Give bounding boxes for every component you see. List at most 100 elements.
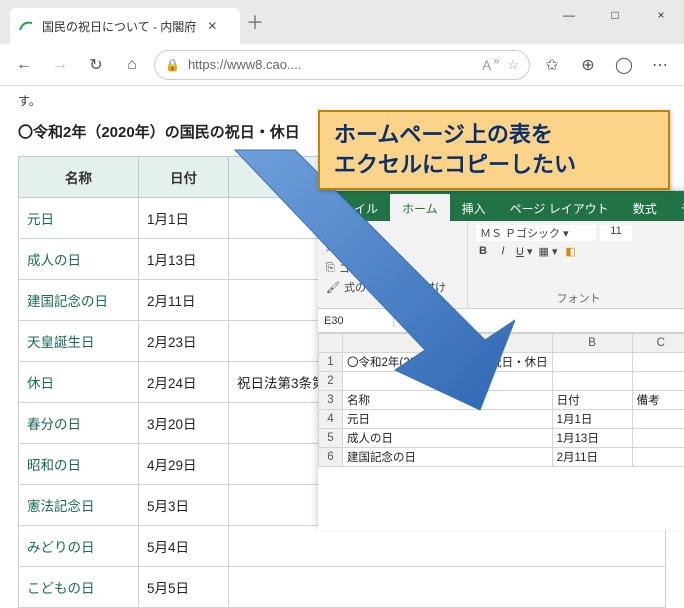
ribbon-tabs: ファイル ホーム 挿入 ページ レイアウト 数式 データ (318, 191, 684, 221)
col-header-c[interactable]: C (632, 334, 684, 353)
tab-file[interactable]: ファイル (318, 194, 390, 221)
underline-button[interactable]: U ▾ (516, 245, 533, 258)
cell-name: 成人の日 (19, 239, 139, 280)
select-all-corner[interactable] (319, 334, 343, 353)
paste-button[interactable]: 📋 (326, 225, 459, 238)
back-button[interactable]: ← (10, 51, 38, 79)
font-group: ＭＳ Ｐゴシック ▾ 11 B I U ▾ ▦ ▾ ◧ フォント (468, 221, 684, 308)
cell-date: 3月20日 (139, 403, 229, 444)
tab-home[interactable]: ホーム (390, 194, 450, 221)
tab-title: 国民の祝日について - 内閣府 (42, 18, 196, 35)
sheet-row[interactable]: 1〇令和2年(2020年)の国民の祝日・休日 (319, 353, 684, 372)
cell[interactable] (632, 353, 684, 372)
page-trailing-text: す。 (18, 92, 666, 109)
cell[interactable] (632, 448, 684, 467)
cell-name: 春分の日 (19, 403, 139, 444)
browser-toolbar: ← → ↻ ⌂ 🔒 https://www8.cao.... Ａ» ☆ ✩ ⊕ … (0, 44, 684, 86)
sheet-row[interactable]: 4元日1月1日 (319, 410, 684, 429)
cell[interactable]: 日付 (552, 391, 632, 410)
cell[interactable] (552, 353, 632, 372)
cell[interactable]: 備考 (632, 391, 684, 410)
cell[interactable]: 2月11日 (552, 448, 632, 467)
cut-button[interactable]: ✂切り取り (326, 241, 459, 257)
cell[interactable] (632, 429, 684, 448)
sheet-row[interactable]: 6建国記念の日2月11日 (319, 448, 684, 467)
formula-bar: E30 ✕ ✓ fx (318, 309, 684, 333)
row-header[interactable]: 3 (319, 391, 343, 410)
italic-button[interactable]: I (496, 245, 510, 258)
font-style-buttons: B I U ▾ ▦ ▾ ◧ (476, 245, 681, 258)
font-size-select[interactable]: 11 (600, 225, 632, 241)
copy-icon: ⎘ (326, 262, 335, 275)
sheet-row[interactable]: 5成人の日1月13日 (319, 429, 684, 448)
reader-icon[interactable]: Ａ» (480, 55, 499, 74)
cell[interactable] (632, 410, 684, 429)
row-header[interactable]: 6 (319, 448, 343, 467)
window-minimize-button[interactable]: ― (546, 0, 592, 30)
row-header[interactable]: 4 (319, 410, 343, 429)
url-text: https://www8.cao.... (188, 57, 472, 72)
new-tab-button[interactable]: ＋ (240, 9, 270, 35)
worksheet[interactable]: A B C 1〇令和2年(2020年)の国民の祝日・休日23名称日付備考4元日1… (318, 333, 684, 467)
refresh-button[interactable]: ↻ (82, 51, 110, 79)
ribbon: 📋 ✂切り取り ⎘コピー ▾ 🖌式のコピー/貼り付け cb ＭＳ Ｐゴシック ▾… (318, 221, 684, 309)
sheet-row[interactable]: 3名称日付備考 (319, 391, 684, 410)
tab-formula[interactable]: 数式 (621, 194, 669, 221)
cell-date: 1月13日 (139, 239, 229, 280)
font-name-select[interactable]: ＭＳ Ｐゴシック ▾ (476, 225, 596, 241)
cell[interactable]: 建国記念の日 (343, 448, 553, 467)
cell-note (229, 567, 666, 608)
fx-cancel-icon[interactable]: ✕ (400, 314, 410, 328)
row-header[interactable]: 5 (319, 429, 343, 448)
paste-icon: 📋 (326, 225, 340, 238)
window-maximize-button[interactable]: □ (592, 0, 638, 30)
tab-close-icon[interactable]: ✕ (204, 19, 220, 33)
favorites-button[interactable]: ✩ (538, 51, 566, 79)
cell[interactable]: 名称 (343, 391, 553, 410)
cell-date: 1月1日 (139, 198, 229, 239)
tab-data[interactable]: データ (669, 194, 684, 221)
cell[interactable] (552, 372, 632, 391)
collections-button[interactable]: ⊕ (574, 51, 602, 79)
profile-button[interactable]: ◯ (610, 51, 638, 79)
tab-layout[interactable]: ページ レイアウト (498, 194, 621, 221)
browser-titlebar: 国民の祝日について - 内閣府 ✕ ＋ ― □ × (0, 0, 684, 44)
border-button[interactable]: ▦ ▾ (539, 245, 558, 258)
bold-button[interactable]: B (476, 245, 490, 258)
cell[interactable] (632, 372, 684, 391)
favorite-icon[interactable]: ☆ (507, 57, 519, 73)
col-header-a[interactable]: A (343, 334, 553, 353)
site-favicon-icon (18, 18, 34, 34)
callout-line2: エクセルにコピーしたい (334, 150, 654, 180)
home-button[interactable]: ⌂ (118, 51, 146, 79)
sheet-row[interactable]: 2 (319, 372, 684, 391)
cell[interactable]: 元日 (343, 410, 553, 429)
address-bar[interactable]: 🔒 https://www8.cao.... Ａ» ☆ (154, 50, 530, 80)
cell-name: 建国記念の日 (19, 280, 139, 321)
format-painter-button[interactable]: 🖌式のコピー/貼り付け (326, 279, 459, 295)
col-header-b[interactable]: B (552, 334, 632, 353)
cell[interactable]: 〇令和2年(2020年)の国民の祝日・休日 (343, 353, 553, 372)
cell-name: 休日 (19, 362, 139, 403)
browser-tab[interactable]: 国民の祝日について - 内閣府 ✕ (10, 8, 240, 44)
fx-confirm-icon[interactable]: ✓ (416, 314, 426, 328)
tab-insert[interactable]: 挿入 (450, 194, 498, 221)
menu-button[interactable]: ⋯ (646, 51, 674, 79)
forward-button[interactable]: → (46, 51, 74, 79)
cell[interactable] (343, 372, 553, 391)
row-header[interactable]: 2 (319, 372, 343, 391)
row-header[interactable]: 1 (319, 353, 343, 372)
fill-color-button[interactable]: ◧ (564, 245, 578, 258)
window-close-button[interactable]: × (638, 0, 684, 30)
cell[interactable]: 1月13日 (552, 429, 632, 448)
cell-name: 昭和の日 (19, 444, 139, 485)
table-row: こどもの日5月5日 (19, 567, 666, 608)
col-date: 日付 (139, 157, 229, 198)
fx-icon[interactable]: fx (432, 314, 441, 328)
cell[interactable]: 1月1日 (552, 410, 632, 429)
col-name: 名称 (19, 157, 139, 198)
name-box[interactable]: E30 (318, 315, 394, 327)
copy-button[interactable]: ⎘コピー ▾ (326, 260, 459, 276)
cell[interactable]: 成人の日 (343, 429, 553, 448)
brush-icon: 🖌 (326, 281, 340, 294)
